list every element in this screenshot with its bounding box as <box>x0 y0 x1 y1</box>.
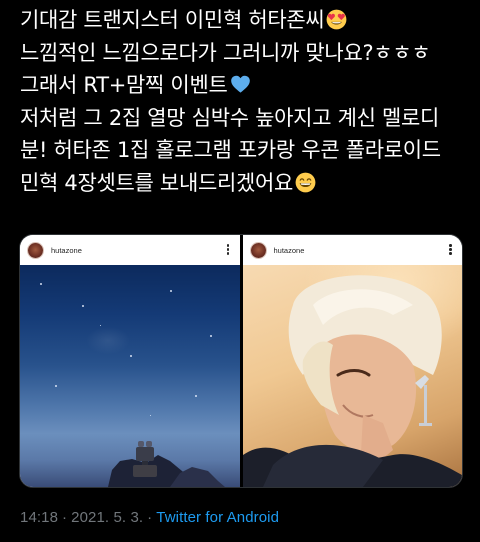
instagram-username: hutazone <box>51 245 82 255</box>
instagram-post-header: hutazone <box>20 235 240 265</box>
tweet-line-5: 분! 허타존 1집 홀로그램 포카랑 우콘 폴라로이드 <box>20 138 441 162</box>
tweet-line-1: 기대감 트랜지스터 이민혁 허타존씨 <box>20 4 472 37</box>
tweet-line-6: 민혁 4장셋트를 보내드리겠어요 <box>20 167 472 200</box>
avatar <box>28 242 43 258</box>
portrait-illustration <box>242 275 462 487</box>
more-options-icon <box>449 244 452 256</box>
tweet-line-6-text: 민혁 4장셋트를 보내드리겠어요 <box>20 170 294 195</box>
grinning-smile-emoji <box>295 170 316 192</box>
instagram-username: hutazone <box>273 245 305 255</box>
more-options-icon <box>226 244 230 256</box>
media-item-1[interactable]: hutazone <box>20 235 240 487</box>
tweet-metadata: 14:18 · 2021. 5. 3. · Twitter for Android <box>20 509 279 526</box>
tweet-line-3: 그래서 RT+맘찍 이벤트 <box>20 69 472 102</box>
tweet-time: 14:18 <box>20 509 59 526</box>
tweet-text: 기대감 트랜지스터 이민혁 허타존씨 느낌적인 느낌으로다가 그러니까 맞나요?… <box>20 4 472 199</box>
instagram-post-header: hutazone <box>242 235 462 265</box>
robot-silhouette <box>108 441 225 487</box>
tweet-line-1-text: 기대감 트랜지스터 이민혁 허타존씨 <box>20 8 325 32</box>
blue-heart-emoji <box>230 72 251 93</box>
tweet-line-3-text: 그래서 RT+맘찍 이벤트 <box>20 73 228 97</box>
tweet-source-link[interactable]: Twitter for Android <box>156 509 279 526</box>
tweet-media-grid: hutazone hutazone <box>19 234 463 488</box>
night-sky-robot-photo <box>20 265 240 487</box>
meta-separator: · <box>147 509 153 526</box>
blonde-person-portrait-photo <box>242 265 462 487</box>
tweet-line-2: 느낌적인 느낌으로다가 그러니까 맞나요?ㅎㅎㅎ <box>20 40 431 65</box>
tweet-date: 2021. 5. 3. <box>71 509 144 526</box>
heart-eyes-emoji <box>326 7 347 30</box>
media-item-2[interactable]: hutazone <box>242 235 462 487</box>
tweet-line-4: 저처럼 그 2집 열망 심박수 높아지고 계신 멜로디 <box>20 105 440 130</box>
meta-separator: · <box>62 509 68 526</box>
avatar <box>250 242 266 258</box>
